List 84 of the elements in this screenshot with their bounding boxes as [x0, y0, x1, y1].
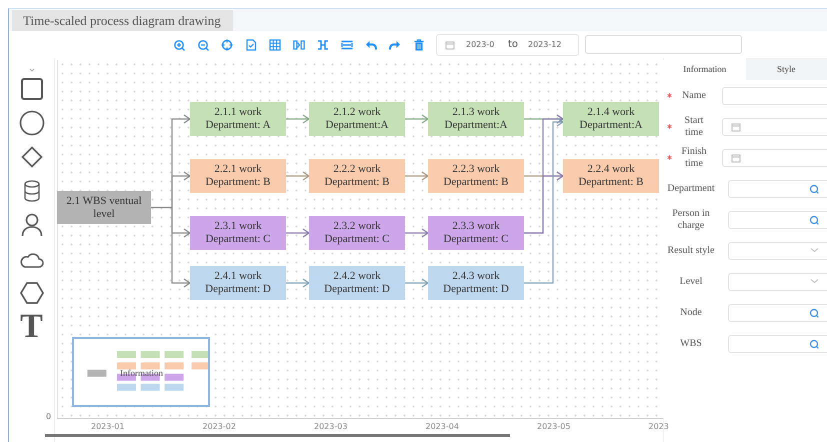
process-node[interactable]: 2.1.2 work Department:A [309, 102, 405, 136]
input-field[interactable] [728, 272, 827, 290]
square-icon[interactable] [20, 77, 44, 101]
process-node[interactable]: 2.2.1 work Department: B [190, 159, 286, 193]
fit-width-icon [292, 38, 304, 50]
process-node[interactable]: 2.3.1 work Department: C [190, 216, 286, 250]
redo-icon [388, 38, 400, 50]
process-node[interactable]: 2.4.3 work Department: D [428, 266, 524, 300]
circle-icon[interactable] [18, 110, 44, 136]
process-node[interactable]: 2.1.4 work Department:A [563, 102, 659, 136]
zoom-out-icon [196, 38, 208, 50]
calendar-icon [731, 152, 741, 162]
input-field[interactable] [728, 304, 827, 322]
input-field[interactable] [728, 242, 827, 260]
trash-icon [412, 38, 424, 50]
process-node[interactable]: 2.4.1 work Department: D [190, 266, 286, 300]
connector-arrow [405, 228, 430, 238]
search-icon [809, 214, 819, 224]
grid-icon [268, 38, 280, 50]
end-date: 2023-12 [528, 40, 562, 49]
diagram-tab[interactable]: Time-scaled process diagram drawing [12, 10, 233, 31]
input-field[interactable] [722, 118, 827, 136]
process-node[interactable]: 2.3.3 work Department: C [428, 216, 524, 250]
axis-label: 2023-04 [426, 422, 459, 431]
connector-arrow [286, 278, 310, 288]
axis-label: 2023-05 [537, 422, 570, 431]
connector-arrow [405, 114, 430, 124]
field-label: Department [666, 182, 716, 194]
process-node[interactable]: 2.2.4 work Department: B [563, 159, 659, 193]
input-field[interactable] [728, 334, 827, 352]
axis-label: 2023-01 [91, 422, 124, 431]
minimap[interactable]: Information [72, 337, 210, 407]
process-node[interactable]: 2.3.2 work Department: C [309, 216, 405, 250]
expand-icon [316, 38, 328, 50]
caret-icon[interactable] [28, 67, 34, 73]
wbs-node[interactable]: 2.1 WBS ventual level [57, 191, 151, 224]
input-field[interactable] [722, 148, 827, 166]
zoom-in-icon [172, 38, 184, 50]
field-label: Level [678, 276, 704, 288]
calendar-icon [731, 122, 741, 132]
input-field[interactable] [722, 86, 827, 104]
connector-arrow [286, 114, 310, 124]
input-field[interactable] [728, 180, 827, 198]
spread-icon [340, 38, 352, 50]
date-range-field[interactable]: 2023-0 to 2023-12 [436, 34, 579, 56]
document-check-icon [244, 38, 256, 50]
connector-arrow [286, 172, 310, 180]
field-label: Start time [684, 114, 704, 138]
hexagon-icon[interactable] [20, 281, 44, 305]
text-tool[interactable]: T [20, 310, 43, 344]
search-icon [809, 338, 819, 348]
axis-label: 2023 [648, 422, 669, 431]
crosshair-icon [220, 38, 232, 50]
input-field[interactable] [728, 210, 827, 228]
connector-arrow [286, 228, 310, 238]
diamond-icon[interactable] [20, 146, 42, 168]
process-node[interactable]: 2.1.1 work Department: A [190, 102, 286, 136]
field-label: WBS [679, 338, 703, 350]
field-label: Result style [666, 244, 716, 256]
panel-tab[interactable]: Style [746, 58, 827, 80]
field-label: Name [681, 90, 707, 102]
process-node[interactable]: 2.2.2 work Department: B [309, 159, 405, 193]
input-field[interactable] [585, 35, 742, 54]
field-label: Finish time [680, 146, 708, 170]
field-label: Node [679, 306, 703, 318]
start-date: 2023-0 [465, 40, 496, 49]
undo-icon [364, 38, 376, 50]
minimap-label: Information [120, 368, 163, 378]
field-label: Person in charge [671, 208, 711, 232]
cylinder-icon[interactable] [24, 180, 40, 202]
axis-label: 2023-02 [202, 422, 236, 431]
scrollbar[interactable] [45, 434, 510, 437]
axis-label: 2023-03 [314, 422, 348, 431]
process-node[interactable]: 2.2.3 work Department: B [428, 159, 524, 193]
search-icon [809, 308, 819, 318]
axis-label: 0 [46, 412, 52, 421]
process-node[interactable]: 2.4.2 work Department: D [309, 266, 405, 300]
connector-arrow [405, 172, 430, 180]
connector-arrow [405, 278, 430, 288]
range-separator: to [508, 39, 520, 50]
calendar-icon [445, 40, 455, 50]
search-icon [809, 184, 819, 194]
person-icon[interactable] [20, 213, 42, 237]
process-node[interactable]: 2.1.3 work Department:A [428, 102, 524, 136]
